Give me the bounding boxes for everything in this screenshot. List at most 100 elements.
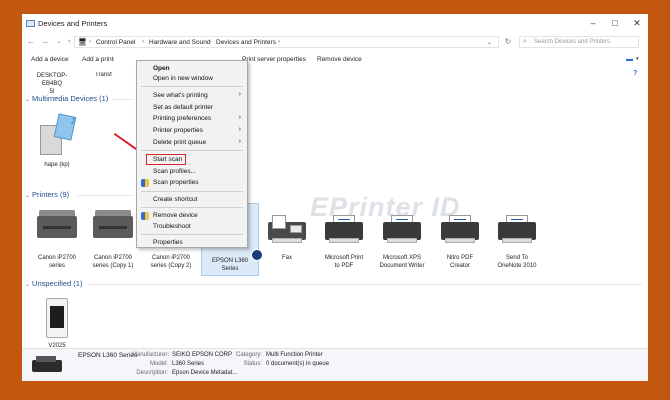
menu-item-open-new-window[interactable]: Open in new window	[153, 75, 213, 82]
remove-device-button[interactable]: Remove device	[317, 56, 362, 63]
control-panel-icon: 🖥	[78, 39, 87, 46]
printer-label: Microsoft Print to PDF	[324, 255, 364, 269]
category-value: Multi Function Printer	[266, 352, 323, 358]
selected-printer-icon	[30, 354, 64, 376]
details-device-name: EPSON L360 Series	[78, 352, 138, 359]
menu-item-troubleshoot[interactable]: Troubleshoot	[153, 223, 191, 230]
collapse-chevron-icon: ⌄	[25, 193, 31, 199]
search-placeholder: Search Devices and Printers	[534, 39, 611, 45]
submenu-arrow-icon: ›	[238, 91, 241, 98]
menu-item-properties[interactable]: Properties	[153, 239, 183, 246]
details-pane: EPSON L360 Series Manufacturer: SEIKO EP…	[22, 348, 648, 381]
menu-item-see-printing[interactable]: See what's printing	[153, 92, 208, 99]
address-row: ← → ⌄ ↑ 🖥 › Control Panel › Hardware and…	[22, 34, 648, 52]
device-hape[interactable]: ♪ hape (kp)	[28, 107, 86, 169]
printer-fax[interactable]: Fax	[258, 206, 316, 262]
external-drive-icon	[42, 296, 72, 340]
menu-item-delete-print-queue[interactable]: Delete print queue	[153, 139, 206, 146]
breadcrumb-separator-icon: ›	[142, 39, 144, 45]
printer-label: Nitro PDF Creator	[446, 255, 474, 269]
printer-label: EPSON L360 Series	[211, 258, 249, 272]
minimize-icon[interactable]: –	[586, 17, 600, 29]
menu-item-open[interactable]: Open	[153, 65, 170, 72]
transfer-device-label[interactable]: Transf	[95, 72, 115, 78]
menu-item-remove-device[interactable]: Remove device	[153, 212, 198, 219]
context-menu: Open Open in new window See what's print…	[136, 60, 248, 248]
mouse-cursor-icon	[251, 249, 263, 261]
group-printers-label: Printers (9)	[32, 190, 70, 199]
printer-label: Microsoft XPS Document Writer	[379, 255, 425, 269]
breadcrumb-separator-icon: ›	[278, 39, 280, 45]
print-server-properties-button[interactable]: Print server properties	[242, 56, 306, 63]
group-printers[interactable]: ⌄ Printers (9)	[25, 190, 69, 199]
menu-item-printer-properties[interactable]: Printer properties	[153, 127, 203, 134]
menu-item-printing-preferences[interactable]: Printing preferences	[153, 115, 211, 122]
manufacturer-value: SEIKO EPSON CORP	[172, 352, 233, 358]
view-chevron-icon[interactable]: ▾	[636, 56, 639, 62]
menu-item-scan-profiles[interactable]: Scan profiles...	[153, 168, 196, 175]
devices-printers-icon	[26, 20, 35, 27]
collapse-chevron-icon: ⌄	[25, 282, 31, 288]
recent-chevron-icon[interactable]: ⌄	[54, 36, 64, 48]
printer-icon	[91, 206, 135, 242]
forward-arrow-icon[interactable]: →	[40, 36, 50, 48]
printer-canon-ip2700[interactable]: Canon iP2700 series	[28, 206, 86, 270]
collapse-chevron-icon: ⌄	[25, 97, 31, 103]
breadcrumb-separator-icon: ›	[89, 39, 91, 45]
model-label: Model:	[149, 361, 168, 367]
breadcrumb-hardware-sound[interactable]: Hardware and Sound	[149, 39, 210, 46]
description-label: Description:	[136, 370, 168, 376]
breadcrumb-control-panel[interactable]: Control Panel	[96, 39, 135, 46]
breadcrumb-separator-icon: ›	[209, 39, 211, 45]
printer-send-to-onenote[interactable]: Send To OneNote 2010	[488, 206, 546, 270]
manufacturer-label: Manufacturer:	[132, 352, 170, 358]
submenu-arrow-icon: ›	[238, 138, 241, 145]
menu-separator	[141, 150, 243, 151]
printer-icon	[496, 214, 538, 246]
add-printer-button[interactable]: Add a printer	[82, 56, 114, 63]
device-v2025[interactable]: V2025	[28, 296, 86, 350]
back-arrow-icon[interactable]: ←	[26, 36, 36, 48]
refresh-icon[interactable]: ↻	[503, 36, 513, 48]
menu-separator	[141, 207, 243, 208]
printer-label: Canon iP2700 series	[37, 255, 77, 269]
maximize-icon[interactable]: □	[608, 17, 622, 29]
printer-label: Send To OneNote 2010	[497, 255, 537, 269]
address-dropdown-icon[interactable]: ⌄	[487, 39, 492, 46]
explorer-window: Devices and Printers – □ ✕ ← → ⌄ ↑ 🖥 › C…	[22, 14, 648, 381]
group-multimedia[interactable]: ⌄ Multimedia Devices (1)	[25, 94, 108, 103]
menu-separator	[141, 234, 243, 235]
breadcrumb-devices-printers[interactable]: Devices and Printers	[216, 39, 276, 46]
menu-item-scan-properties[interactable]: Scan properties	[153, 179, 199, 186]
up-arrow-icon[interactable]: ↑	[64, 36, 74, 48]
close-icon[interactable]: ✕	[630, 17, 644, 29]
start-scan-highlight	[146, 154, 186, 165]
group-unspecified-label: Unspecified (1)	[32, 279, 83, 288]
shield-icon	[141, 179, 149, 187]
printer-canon-ip2700-copy1[interactable]: Canon iP2700 series (Copy 1)	[84, 206, 142, 270]
group-divider	[112, 99, 132, 100]
menu-item-set-default[interactable]: Set as default printer	[153, 104, 213, 111]
shield-icon	[141, 212, 149, 220]
search-input[interactable]: ⌕ Search Devices and Printers	[519, 36, 639, 48]
watermark-text: EPrinter ID	[310, 192, 461, 222]
model-value: L360 Series	[172, 361, 205, 367]
group-multimedia-label: Multimedia Devices (1)	[32, 94, 109, 103]
menu-item-create-shortcut[interactable]: Create shortcut	[153, 196, 197, 203]
category-label: Category:	[235, 352, 262, 358]
group-unspecified[interactable]: ⌄ Unspecified (1)	[25, 279, 82, 288]
printer-label: Canon iP2700 series (Copy 1)	[92, 255, 134, 269]
group-divider	[77, 195, 132, 196]
window-title: Devices and Printers	[38, 19, 108, 28]
status-value: 0 document(s) in queue	[266, 361, 330, 367]
menu-separator	[141, 86, 243, 87]
command-bar: Add a device Add a printer Print server …	[22, 52, 648, 77]
view-options-icon[interactable]: ▬	[626, 56, 633, 63]
computer-device-label[interactable]: DESKTOP-EB4BQ 5I	[32, 72, 72, 96]
submenu-arrow-icon: ›	[238, 126, 241, 133]
submenu-arrow-icon: ›	[238, 114, 241, 121]
address-bar[interactable]: 🖥 › Control Panel › Hardware and Sound ›…	[74, 36, 499, 48]
add-device-button[interactable]: Add a device	[31, 56, 69, 63]
printer-label: Fax	[281, 255, 292, 261]
printer-icon	[35, 206, 79, 242]
